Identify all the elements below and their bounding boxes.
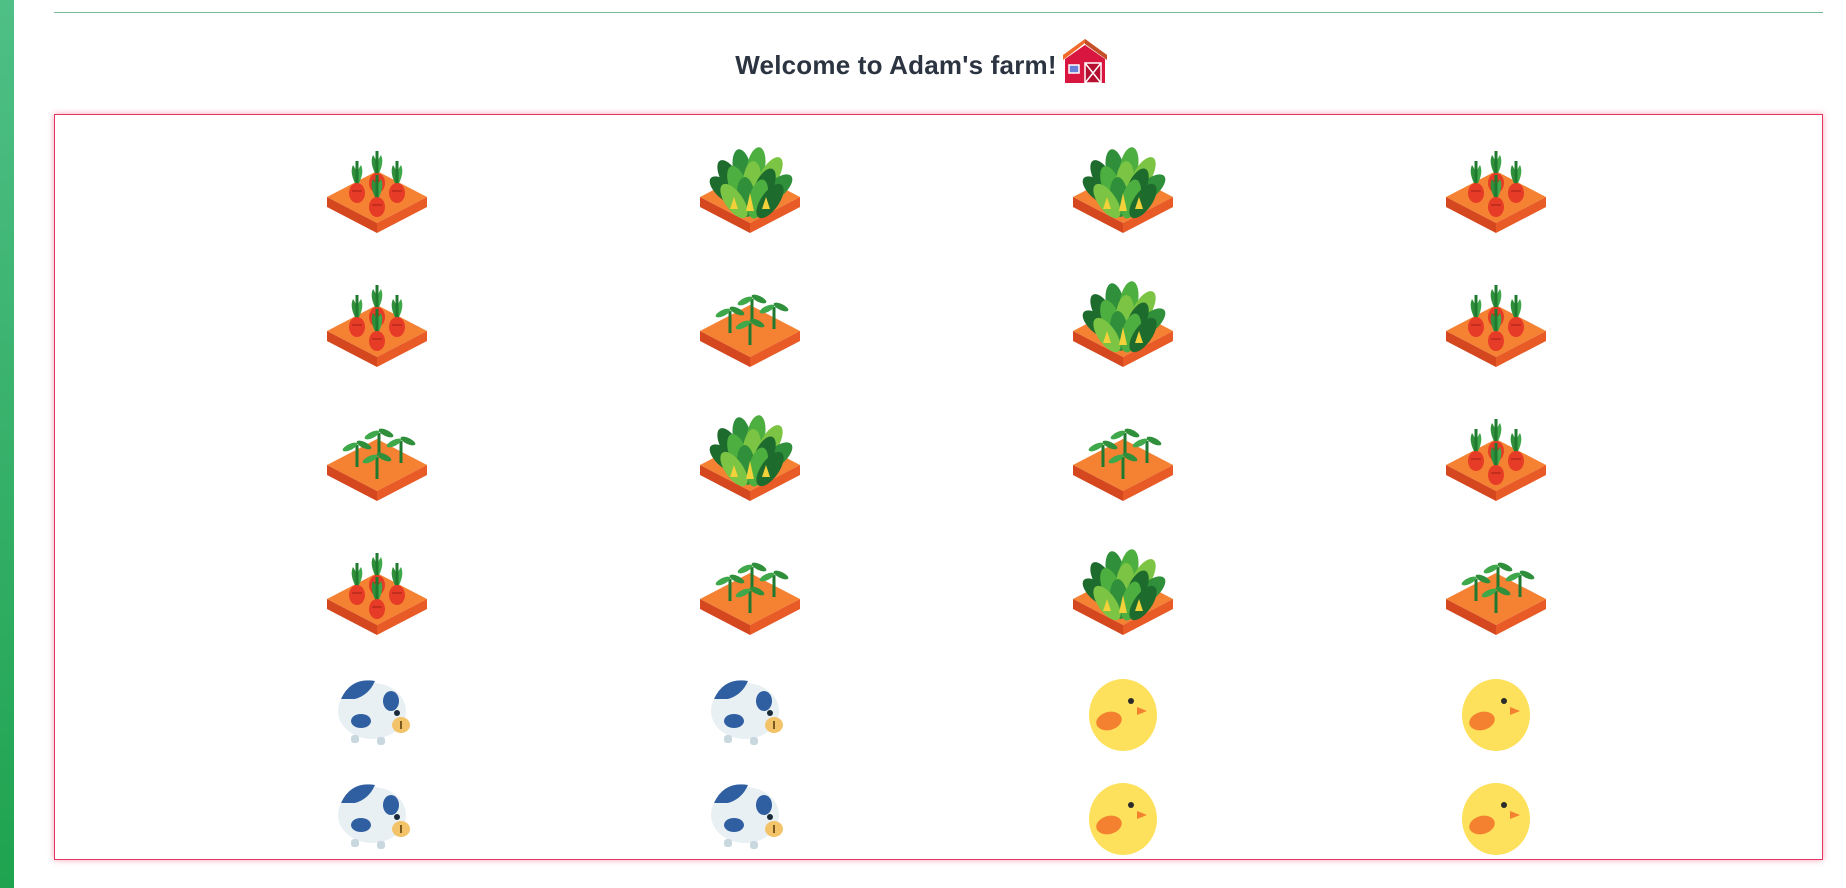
carrot-plot-icon <box>327 151 427 233</box>
sprout-plot-icon <box>1446 562 1546 635</box>
chick-icon <box>1089 679 1157 751</box>
chick-icon <box>1089 783 1157 855</box>
carrot-plot-icon <box>327 553 427 635</box>
cow-tile[interactable] <box>685 645 815 765</box>
carrot-plot-tile[interactable] <box>312 123 442 243</box>
carrot-plot-icon <box>1446 419 1546 501</box>
sprout-plot-tile[interactable] <box>685 257 815 377</box>
chick-tile[interactable] <box>1058 645 1188 765</box>
lettuce-plot-icon <box>1073 147 1173 233</box>
sprout-plot-tile[interactable] <box>685 525 815 645</box>
lettuce-plot-tile[interactable] <box>685 391 815 511</box>
top-divider <box>54 12 1823 13</box>
chick-icon <box>1462 679 1530 751</box>
lettuce-plot-tile[interactable] <box>1058 257 1188 377</box>
carrot-plot-tile[interactable] <box>1431 257 1561 377</box>
lettuce-plot-tile[interactable] <box>1058 123 1188 243</box>
carrot-plot-icon <box>1446 151 1546 233</box>
lettuce-plot-icon <box>700 147 800 233</box>
cow-icon <box>338 680 410 745</box>
farm-grid <box>54 114 1823 860</box>
lettuce-plot-tile[interactable] <box>685 123 815 243</box>
chick-icon <box>1462 783 1530 855</box>
sprout-plot-icon <box>1073 428 1173 501</box>
chick-tile[interactable] <box>1431 645 1561 765</box>
chick-tile[interactable] <box>1431 749 1561 869</box>
sprout-plot-tile[interactable] <box>1431 525 1561 645</box>
lettuce-plot-icon <box>1073 549 1173 635</box>
lettuce-plot-icon <box>1073 281 1173 367</box>
sprout-plot-tile[interactable] <box>1058 391 1188 511</box>
carrot-plot-tile[interactable] <box>1431 123 1561 243</box>
page-header: Welcome to Adam's farm! <box>0 39 1846 90</box>
barn-icon <box>1062 39 1107 84</box>
sprout-plot-icon <box>327 428 427 501</box>
sprout-plot-tile[interactable] <box>312 391 442 511</box>
cow-tile[interactable] <box>312 749 442 869</box>
chick-tile[interactable] <box>1058 749 1188 869</box>
carrot-plot-tile[interactable] <box>1431 391 1561 511</box>
sprout-plot-icon <box>700 294 800 367</box>
carrot-plot-icon <box>327 285 427 367</box>
cow-icon <box>711 784 783 849</box>
left-accent-strip <box>0 0 14 888</box>
lettuce-plot-icon <box>700 415 800 501</box>
page-title: Welcome to Adam's farm! <box>735 49 1057 80</box>
carrot-plot-tile[interactable] <box>312 525 442 645</box>
lettuce-plot-tile[interactable] <box>1058 525 1188 645</box>
sprout-plot-icon <box>700 562 800 635</box>
cow-tile[interactable] <box>312 645 442 765</box>
cow-tile[interactable] <box>685 749 815 869</box>
carrot-plot-icon <box>1446 285 1546 367</box>
carrot-plot-tile[interactable] <box>312 257 442 377</box>
cow-icon <box>711 680 783 745</box>
cow-icon <box>338 784 410 849</box>
